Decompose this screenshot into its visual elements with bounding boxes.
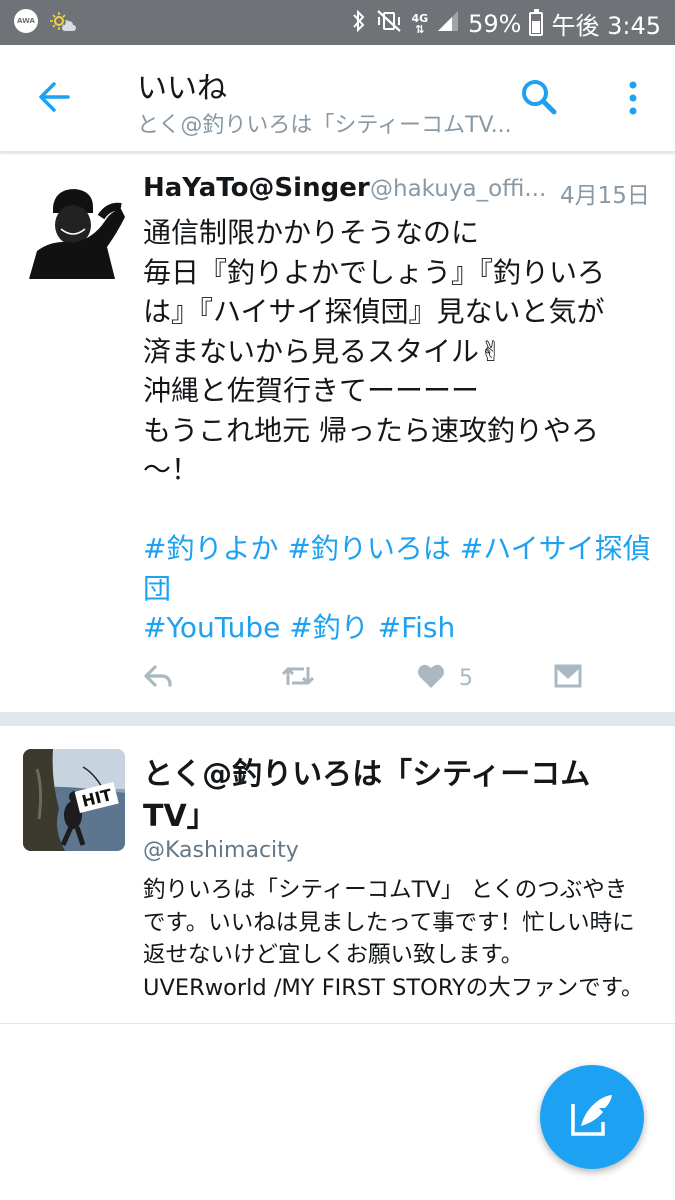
- tweet-text-line: は』『ハイサイ探偵団』見ないと気が: [143, 295, 605, 328]
- tweet-actions: 5: [143, 660, 643, 700]
- user-bio-line: です。いいねは見ましたって事です！忙しい時に: [143, 909, 635, 936]
- app-header: いいね とく@釣りいろは「シティーコムTV...: [0, 45, 675, 153]
- hashtag-link[interactable]: #YouTube: [143, 611, 280, 644]
- section-divider: [0, 712, 675, 726]
- user-bio: 釣りいろは「シティーコムTV」 とくのつぶやき です。いいねは見ましたって事です…: [143, 874, 653, 1004]
- awa-app-icon: AWA: [14, 9, 38, 33]
- compose-tweet-icon: [569, 1092, 615, 1142]
- compose-tweet-button[interactable]: [540, 1065, 644, 1169]
- retweet-button[interactable]: [280, 660, 316, 696]
- retweet-icon: [280, 661, 316, 695]
- user-bio-line: UVERworld /MY FIRST STORYの大ファンです。: [143, 974, 644, 1001]
- hashtag-row: #YouTube #釣り #Fish: [143, 608, 653, 648]
- vibrate-mute-icon: [375, 8, 403, 40]
- user-display-name-line: とく@釣りいろは「シティーコム: [143, 757, 591, 792]
- awa-app-label: AWA: [17, 17, 35, 25]
- user-card[interactable]: HIT とく@釣りいろは「シティーコム TV」 @Kashimacity 釣りい…: [0, 726, 675, 1024]
- tweet-text-line: 済まないから見るスタイル✌: [143, 334, 503, 368]
- tweet-text-line: 通信制限かかりそうなのに: [143, 216, 480, 249]
- tweet-author-avatar[interactable]: [23, 177, 125, 279]
- hashtag-link[interactable]: #ハイサイ探偵: [460, 532, 651, 565]
- direct-message-button[interactable]: [553, 660, 583, 696]
- user-avatar[interactable]: HIT: [23, 749, 125, 851]
- tweet-text-line: 毎日『釣りよかでしょう』『釣りいろ: [143, 255, 606, 289]
- tweet-card[interactable]: HaYaTo@Singer @hakuya_offi... 4月15日 通信制限…: [0, 155, 675, 712]
- search-icon[interactable]: [517, 75, 561, 119]
- signal-icon: [436, 9, 460, 39]
- user-display-name-line: TV」: [143, 799, 217, 834]
- battery-percent: 59%: [468, 9, 522, 38]
- weather-icon: [48, 9, 78, 33]
- bluetooth-icon: [351, 8, 367, 40]
- tweet-text: 通信制限かかりそうなのに 毎日『釣りよかでしょう』『釣りいろ は』『ハイサイ探偵…: [143, 213, 653, 648]
- more-vertical-icon[interactable]: [618, 79, 648, 119]
- page-subtitle: とく@釣りいろは「シティーコムTV...: [137, 113, 512, 138]
- user-display-name[interactable]: とく@釣りいろは「シティーコム TV」: [143, 754, 633, 838]
- tweet-author-name[interactable]: HaYaTo@Singer: [143, 173, 370, 203]
- like-count: 5: [459, 665, 473, 691]
- network-type-label: 4G: [411, 11, 429, 25]
- hashtag-link[interactable]: #Fish: [378, 611, 456, 644]
- hashtag-link[interactable]: 団: [143, 572, 171, 605]
- user-bio-line: 釣りいろは「シティーコムTV」 とくのつぶやき: [143, 877, 628, 903]
- tweet-text-line: もうこれ地元 帰ったら速攻釣りやろ: [143, 413, 600, 447]
- hashtag-link[interactable]: #釣りよか: [143, 532, 278, 565]
- page-title: いいね: [137, 71, 227, 106]
- tweet-author-handle: @hakuya_offi...: [370, 176, 547, 202]
- clock: 午後 3:45: [551, 12, 661, 40]
- tweet-text-line: 〜！: [143, 453, 200, 486]
- like-button[interactable]: 5: [417, 660, 473, 696]
- status-bar: AWA 4G ⇅ 59% 午後 3:45: [0, 0, 675, 45]
- reply-icon: [143, 661, 173, 695]
- battery-icon: [529, 8, 544, 36]
- like-icon: [417, 663, 445, 693]
- hashtag-row: 団: [143, 569, 653, 609]
- hashtag-link[interactable]: #釣り: [289, 611, 368, 644]
- reply-button[interactable]: [143, 660, 173, 696]
- direct-message-icon: [553, 663, 583, 693]
- user-bio-line: 返せないけど宜しくお願い致します。: [143, 942, 524, 968]
- back-arrow-icon[interactable]: [34, 77, 74, 117]
- hashtag-row: #釣りよか #釣りいろは #ハイサイ探偵: [143, 529, 653, 569]
- network-type-indicator: 4G ⇅: [411, 11, 429, 36]
- user-handle: @Kashimacity: [143, 838, 299, 863]
- tweet-text-line: 沖縄と佐賀行きてーーーー: [143, 374, 480, 407]
- hashtag-link[interactable]: #釣りいろは: [287, 532, 450, 565]
- tweet-date: 4月15日: [560, 183, 650, 209]
